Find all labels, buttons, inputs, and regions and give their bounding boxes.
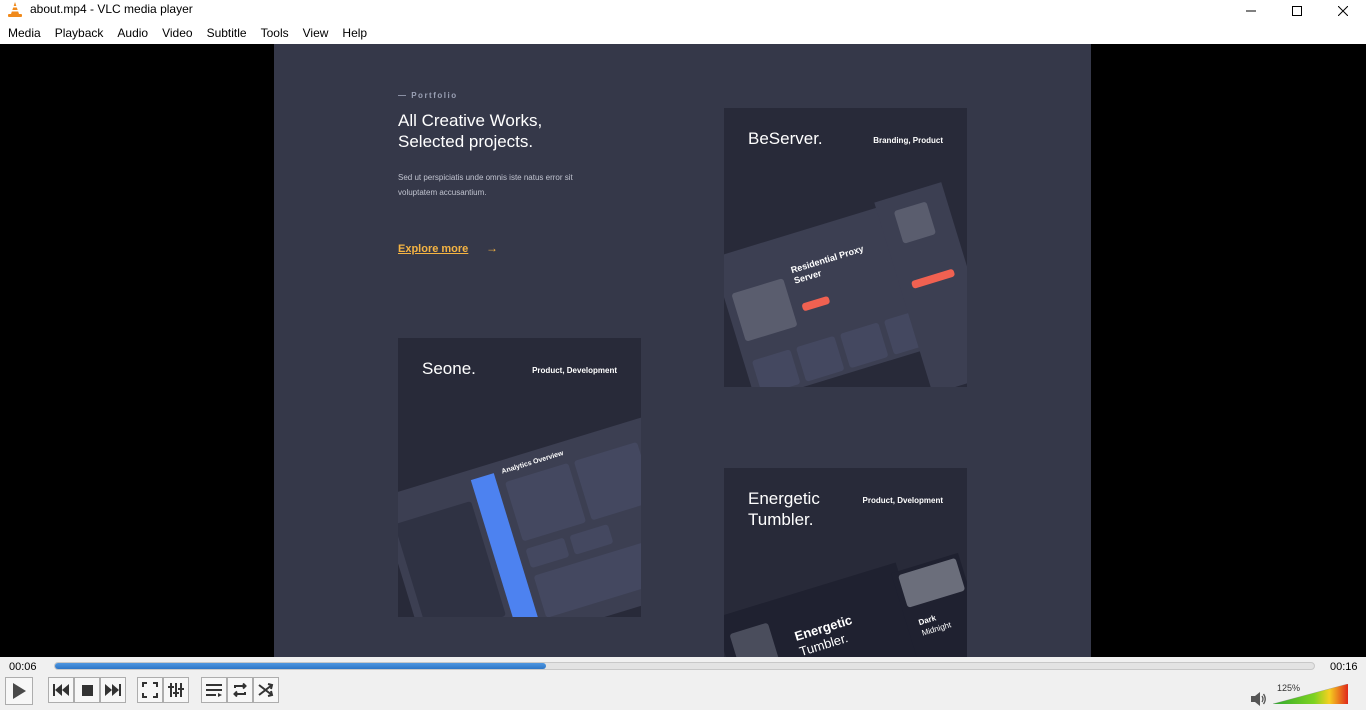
control-bar: 00:06 00:16 125% bbox=[0, 657, 1366, 710]
card-title: Seone. bbox=[422, 359, 476, 378]
lead-line-2: voluptatem accusantium. bbox=[398, 188, 487, 197]
mock-tile bbox=[731, 278, 798, 342]
card-tags: Product, Dvelopment bbox=[862, 496, 943, 505]
video-area[interactable]: — Portfolio All Creative Works, Selected… bbox=[0, 44, 1366, 657]
volume-slider[interactable] bbox=[1273, 684, 1348, 704]
vlc-cone-icon bbox=[8, 2, 22, 17]
menu-subtitle[interactable]: Subtitle bbox=[200, 22, 254, 44]
fullscreen-button[interactable] bbox=[137, 677, 163, 703]
menu-view[interactable]: View bbox=[296, 22, 336, 44]
project-card-beserver: BeServer. Branding, Product Residential … bbox=[724, 108, 967, 387]
mock-button bbox=[801, 295, 831, 312]
extended-settings-button[interactable] bbox=[163, 677, 189, 703]
card-tags: Branding, Product bbox=[873, 136, 943, 145]
shuffle-icon bbox=[258, 683, 274, 697]
total-time[interactable]: 00:16 bbox=[1330, 661, 1358, 673]
next-icon bbox=[105, 684, 121, 696]
random-button[interactable] bbox=[253, 677, 279, 703]
mock-tile bbox=[751, 349, 801, 387]
mock-tile bbox=[839, 322, 889, 369]
menu-video[interactable]: Video bbox=[155, 22, 199, 44]
loop-button[interactable] bbox=[227, 677, 253, 703]
portfolio-headline: All Creative Works, Selected projects. bbox=[398, 110, 618, 152]
play-button[interactable] bbox=[5, 677, 33, 705]
arrow-right-icon: → bbox=[486, 241, 498, 255]
explore-more-link: Explore more bbox=[398, 243, 469, 255]
mock-tile bbox=[795, 335, 845, 382]
headline-line-2: Selected projects. bbox=[398, 132, 534, 151]
previous-button[interactable] bbox=[48, 677, 74, 703]
mock-title: Residential Proxy Server bbox=[789, 243, 865, 286]
card-tags: Product, Development bbox=[532, 366, 617, 375]
playlist-button[interactable] bbox=[201, 677, 227, 703]
card-title: Energetic Tumbler. bbox=[748, 488, 820, 530]
maximize-icon bbox=[1292, 6, 1302, 16]
playlist-icon bbox=[206, 684, 222, 697]
mock-tile bbox=[504, 462, 587, 542]
menu-media[interactable]: Media bbox=[1, 22, 48, 44]
card-title-line-2: Tumbler. bbox=[748, 510, 814, 529]
previous-icon bbox=[53, 684, 69, 696]
headline-line-1: All Creative Works, bbox=[398, 111, 543, 130]
menu-tools[interactable]: Tools bbox=[254, 22, 296, 44]
minimize-icon bbox=[1246, 10, 1256, 12]
mock-tile bbox=[525, 537, 570, 569]
lead-line-1: Sed ut perspiciatis unde omnis iste natu… bbox=[398, 173, 573, 182]
loop-icon bbox=[233, 683, 247, 697]
project-card-seone: Seone. Product, Development Analytics Ov… bbox=[398, 338, 641, 617]
mock-tile bbox=[569, 523, 614, 555]
menu-audio[interactable]: Audio bbox=[110, 22, 155, 44]
mock-button bbox=[910, 268, 956, 289]
menu-playback[interactable]: Playback bbox=[48, 22, 111, 44]
menu-bar: Media Playback Audio Video Subtitle Tool… bbox=[0, 22, 1366, 44]
title-bar: about.mp4 - VLC media player bbox=[0, 0, 1366, 22]
mock-tile bbox=[573, 441, 641, 521]
speaker-icon[interactable] bbox=[1251, 692, 1267, 706]
maximize-button[interactable] bbox=[1274, 0, 1320, 22]
extended-settings-icon bbox=[168, 683, 184, 697]
portfolio-eyebrow: — Portfolio bbox=[398, 91, 458, 100]
card-title-line-1: Energetic bbox=[748, 489, 820, 508]
card-title: BeServer. bbox=[748, 129, 823, 148]
close-button[interactable] bbox=[1320, 0, 1366, 22]
seek-slider[interactable] bbox=[54, 662, 1315, 670]
stop-icon bbox=[81, 684, 93, 696]
card-mockup: Analytics Overview bbox=[398, 410, 641, 617]
video-frame: — Portfolio All Creative Works, Selected… bbox=[274, 44, 1091, 657]
menu-help[interactable]: Help bbox=[335, 22, 374, 44]
mock-photo bbox=[897, 557, 966, 608]
play-icon bbox=[13, 683, 26, 699]
mock-product bbox=[729, 622, 792, 657]
window-title: about.mp4 - VLC media player bbox=[30, 2, 193, 16]
stop-button[interactable] bbox=[74, 677, 100, 703]
portfolio-lead: Sed ut perspiciatis unde omnis iste natu… bbox=[398, 170, 598, 200]
fullscreen-icon bbox=[142, 682, 158, 698]
elapsed-time[interactable]: 00:06 bbox=[9, 661, 37, 673]
close-icon bbox=[1338, 6, 1348, 16]
seek-progress bbox=[55, 663, 546, 669]
minimize-button[interactable] bbox=[1228, 0, 1274, 22]
next-button[interactable] bbox=[100, 677, 126, 703]
project-card-tumbler: Energetic Tumbler. Product, Dvelopment E… bbox=[724, 468, 967, 657]
mock-tile bbox=[893, 201, 937, 244]
